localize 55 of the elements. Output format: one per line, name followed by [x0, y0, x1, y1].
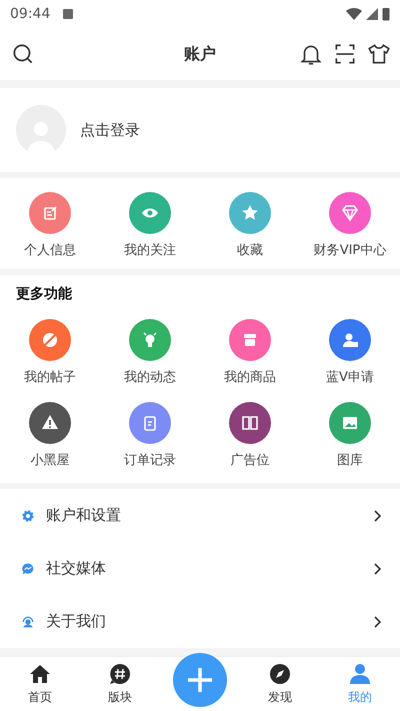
notification-icon: [63, 9, 74, 19]
home-icon: [30, 665, 50, 683]
feature-label: 我的关注: [124, 242, 176, 259]
feature-label: 收藏: [237, 242, 263, 259]
tshirt-icon[interactable]: [368, 44, 390, 64]
feature-label: 图库: [337, 452, 363, 469]
star-icon: [242, 205, 258, 220]
feature-label: 我的动态: [124, 369, 176, 386]
chat-bubble-icon: [22, 563, 34, 574]
eye-icon: [142, 208, 158, 218]
scan-icon[interactable]: [336, 44, 354, 64]
login-link[interactable]: 点击登录: [80, 120, 140, 140]
menu-row[interactable]: 关于我们: [0, 595, 400, 648]
signal-icon: [366, 8, 378, 20]
person-card-icon: [343, 334, 358, 347]
page-title: 账户: [184, 44, 216, 64]
chevron-icon: [374, 616, 382, 628]
support-agent-icon: [22, 616, 34, 627]
icon-circle[interactable]: [29, 402, 71, 444]
wifi-icon: [346, 8, 362, 20]
section-title: 更多功能: [15, 285, 73, 303]
gear-icon: [22, 510, 34, 522]
feature-label: 小黑屋: [30, 452, 70, 469]
feature-label: 我的商品: [224, 369, 276, 386]
lightbulb-icon: [143, 332, 157, 347]
feature-label: 蓝V申请: [326, 369, 374, 386]
menu-row[interactable]: 社交媒体: [0, 542, 400, 595]
hashtag-bubble-icon: [110, 664, 130, 684]
nav-tab[interactable]: 版块: [80, 657, 160, 711]
clipboard-icon: [144, 416, 156, 431]
chevron-icon: [374, 562, 382, 574]
feature-label: 订单记录: [124, 452, 176, 469]
icon-circle[interactable]: [329, 319, 371, 361]
icon-circle[interactable]: [229, 402, 271, 444]
menu-row[interactable]: 账户和设置: [0, 489, 400, 542]
feature-label: 我的帖子: [24, 369, 76, 386]
nav-tab[interactable]: 首页: [0, 657, 80, 711]
image-icon: [343, 417, 357, 429]
feature-label: 广告位: [230, 452, 270, 469]
feature-label: 个人信息: [24, 242, 76, 259]
person-icon: [350, 664, 370, 684]
bell-icon[interactable]: [302, 46, 320, 65]
plus-icon: [186, 666, 214, 694]
feature-label: 财务VIP中心: [314, 242, 386, 259]
book-icon: [242, 416, 258, 430]
edit-icon: [44, 206, 57, 220]
chevron-icon: [374, 510, 382, 522]
battery-icon: [382, 8, 390, 20]
compass-icon: [270, 664, 290, 684]
store-icon: [244, 334, 256, 346]
search-icon[interactable]: [13, 44, 32, 64]
nav-tab[interactable]: 发现: [240, 657, 320, 711]
warning-icon: [42, 415, 58, 429]
status-time: 09:44: [10, 6, 50, 22]
diamond-icon: [342, 205, 358, 222]
